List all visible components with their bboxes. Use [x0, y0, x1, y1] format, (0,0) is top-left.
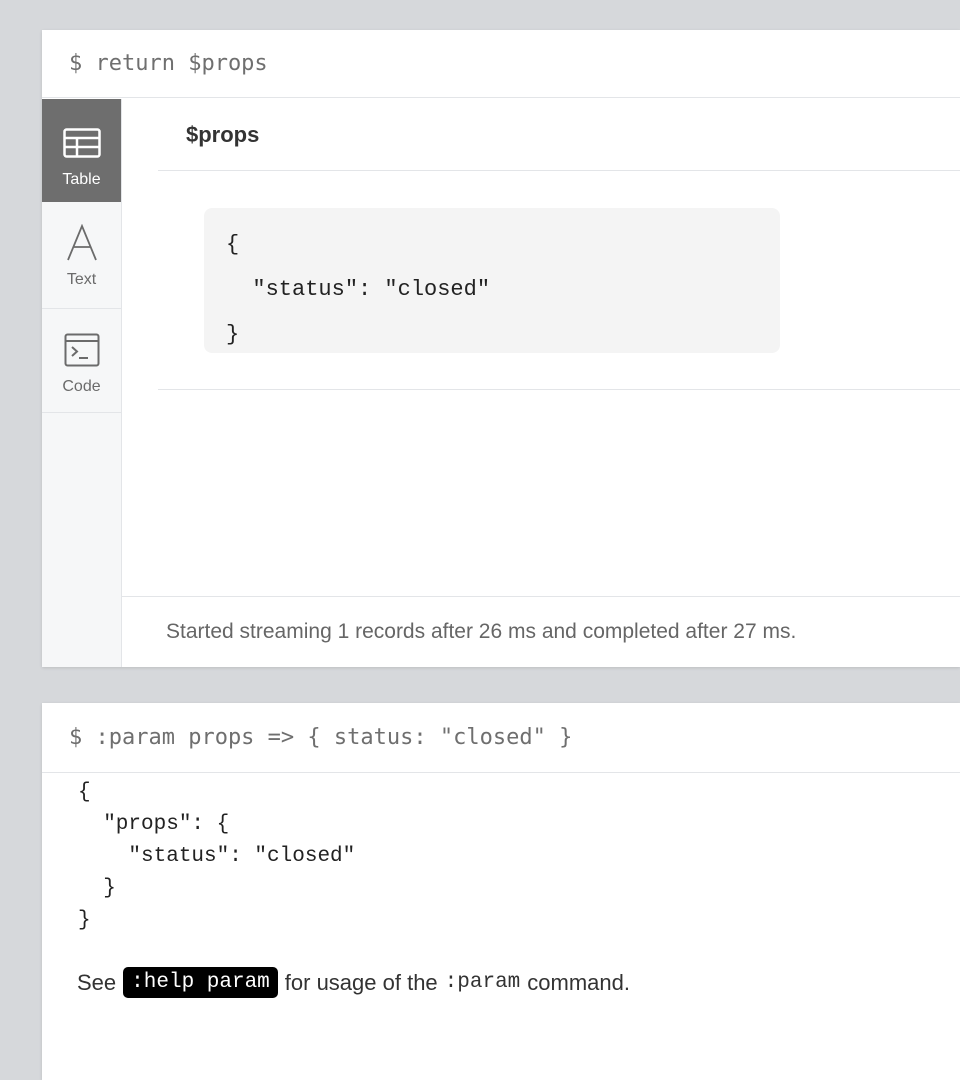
- status-bar: Started streaming 1 records after 26 ms …: [122, 596, 960, 667]
- frame-command[interactable]: $ return $props: [42, 30, 960, 98]
- json-close-brace: }: [226, 322, 240, 347]
- param-json-output: { "props": { "status": "closed" } }: [78, 781, 356, 932]
- table-icon: [62, 124, 101, 162]
- help-suffix: command.: [527, 969, 631, 995]
- row-divider: [158, 389, 960, 390]
- table-view-button[interactable]: Table: [42, 99, 121, 202]
- frame-command[interactable]: $ :param props => { status: "closed" }: [42, 703, 960, 773]
- text-view-button[interactable]: Text: [42, 202, 121, 309]
- result-frame-1: $ return $props Table Text Code $props {…: [42, 30, 960, 667]
- text-icon: [65, 224, 99, 262]
- json-open-brace: {: [226, 232, 240, 257]
- help-middle: for usage of the: [284, 969, 438, 995]
- result-table: $props { "status": "closed"} Started str…: [122, 99, 960, 667]
- help-prefix: See: [77, 969, 117, 995]
- table-view-label: Table: [62, 171, 101, 188]
- json-line: "status": "closed": [226, 277, 491, 302]
- help-param-link[interactable]: :help param: [123, 967, 278, 998]
- code-view-button[interactable]: Code: [42, 309, 121, 413]
- help-hint: See :help param for usage of the :param …: [77, 967, 630, 998]
- column-header: $props: [158, 99, 960, 171]
- code-icon: [64, 331, 100, 369]
- param-inline-code: :param: [444, 971, 521, 994]
- result-frame-2: $ :param props => { status: "closed" } {…: [42, 703, 960, 1080]
- text-view-label: Text: [66, 271, 97, 288]
- view-sidebar: Table Text Code: [42, 99, 122, 667]
- code-view-label: Code: [62, 378, 101, 395]
- json-cell: { "status": "closed"}: [204, 208, 780, 353]
